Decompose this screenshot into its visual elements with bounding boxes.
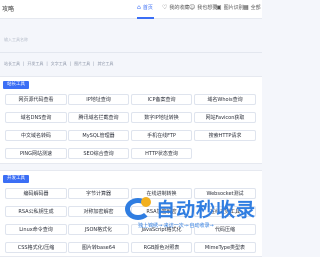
tool-button[interactable]: MySQL管理器 [68, 130, 129, 141]
category-link[interactable]: 开发工具 [27, 61, 43, 67]
tool-button[interactable]: 手机在线FTP [131, 130, 192, 141]
tool-button[interactable]: CSS格式化/压缩 [5, 242, 67, 253]
tool-button[interactable]: PING网站测速 [5, 148, 67, 159]
grid-icon: ▦ [243, 3, 249, 11]
nav-home-label: 首页 [142, 5, 153, 11]
tool-button[interactable]: Linux命令查询 [5, 224, 67, 235]
heart-icon: ♡ [162, 3, 168, 11]
tool-button[interactable]: RSA公私钥生成 [5, 206, 67, 217]
tool-button[interactable]: RGB颜色对照表 [131, 242, 192, 253]
nav-home[interactable]: ⌂ 首页 [137, 4, 153, 11]
nav-image-label: 图片识别 [223, 5, 244, 11]
tool-button[interactable]: 搜索HTTP请求 [194, 130, 256, 141]
tool-button[interactable]: IP地址查询 [68, 94, 129, 105]
tool-button[interactable]: ICP备案查询 [131, 94, 192, 105]
nav-all[interactable]: ▦ 全部 [243, 4, 261, 11]
category-link[interactable]: 文字工具 [51, 61, 67, 67]
tool-button[interactable]: 数字IP地址转换 [131, 112, 192, 123]
tool-button[interactable]: JSON格式化 [68, 224, 129, 235]
watermark-logo-icon [123, 196, 153, 221]
user-icon: ☺ [189, 3, 196, 11]
tool-button[interactable]: 图片转base64 [68, 242, 129, 253]
tool-button[interactable]: 对称加密解密 [68, 206, 129, 217]
home-icon: ⌂ [137, 3, 141, 11]
nav-want[interactable]: ☺ 我也想要 [189, 4, 217, 11]
tool-button[interactable]: 腾讯域名拦截查询 [68, 112, 129, 123]
top-navigation-bar: 攻略 ⌂ 首页 ♡ 我的收藏 ☺ 我也想要 ▣ 图片识别 ▦ 全部 [0, 0, 262, 19]
tool-button[interactable]: HTTP状态查询 [131, 148, 192, 159]
tool-button[interactable]: 网站Favicon获取 [194, 112, 256, 123]
search-hint[interactable]: 输入工具名称 [4, 37, 28, 43]
tool-button[interactable]: 中文域名转码 [5, 130, 67, 141]
nav-want-label: 我也想要 [197, 5, 218, 11]
divider [0, 52, 262, 53]
watermark-overlay: 自动秒收录 [123, 195, 256, 222]
nav-favorites-label: 我的收藏 [169, 5, 190, 11]
category-link[interactable]: 站长工具 [4, 61, 20, 67]
image-icon: ▣ [216, 3, 222, 11]
webmaster-tools-panel: 站长工具 网页源代码查看 IP地址查询 ICP备案查询 域名Whois查询域名DNS查… [0, 76, 262, 164]
watermark-title: 自动秒收录 [156, 199, 257, 221]
category-link[interactable]: 图片工具 [74, 61, 90, 67]
nav-image-recognition[interactable]: ▣ 图片识别 [216, 4, 244, 11]
section-tag: 站长工具 [3, 81, 29, 89]
site-brand[interactable]: 攻略 [2, 4, 14, 13]
category-link[interactable]: 其它工具 [97, 61, 113, 67]
tool-button[interactable]: 编码解码器 [5, 188, 67, 199]
tool-button[interactable]: 网页源代码查看 [5, 94, 67, 105]
category-links: 站长工具 | 开发工具 | 文字工具 | 图片工具 | 其它工具 [4, 61, 114, 67]
tool-button[interactable]: 域名DNS查询 [5, 112, 67, 123]
watermark-subtitle: 独上锦绣→·来访一次→·自动收录→ [138, 223, 214, 229]
active-nav-indicator [137, 17, 154, 19]
nav-all-label: 全部 [250, 5, 261, 11]
nav-favorites[interactable]: ♡ 我的收藏 [162, 4, 189, 11]
tool-button[interactable]: MimeType类型表 [194, 242, 256, 253]
tool-button[interactable]: 字节计算器 [68, 188, 129, 199]
section-tag: 开发工具 [3, 175, 29, 183]
tool-button[interactable]: SEO综合查询 [68, 148, 129, 159]
tool-button[interactable]: 域名Whois查询 [194, 94, 256, 105]
